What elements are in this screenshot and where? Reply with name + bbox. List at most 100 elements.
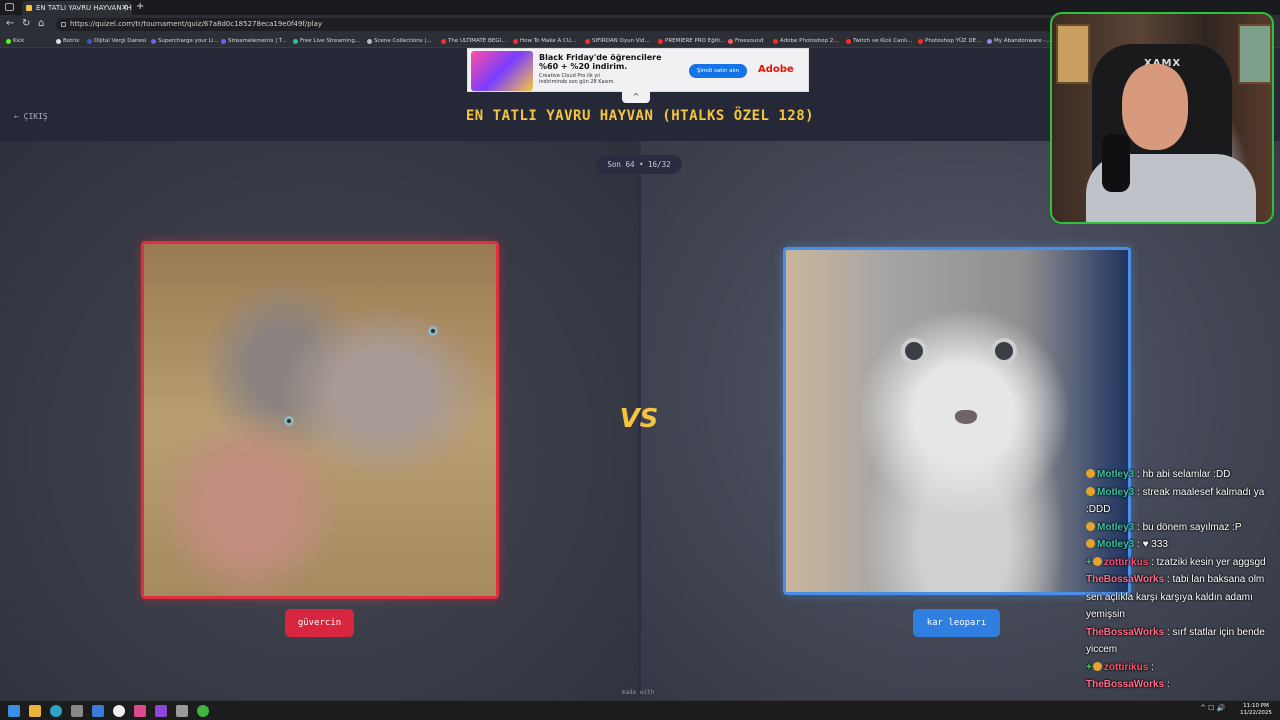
url-field[interactable]: https://quizel.com/tr/tournament/quiz/67…: [56, 18, 1056, 31]
file-explorer-icon[interactable]: [29, 705, 41, 717]
wall-poster: [1056, 24, 1090, 84]
webcam-overlay: XAMX: [1050, 12, 1274, 224]
chat-message: Motley3 : ♥ 333: [1084, 536, 1280, 554]
bookmark-item[interactable]: Supercharge your Li...: [150, 35, 219, 47]
bookmark-favicon-icon: [658, 39, 663, 44]
tab-menu-icon[interactable]: [5, 3, 14, 11]
chat-overlay: Motley3 : hb abi selamlar :DD Motley3 : s…: [1084, 466, 1280, 720]
snow-leopard-cub-image[interactable]: [783, 247, 1131, 595]
chat-username: Motley3: [1097, 469, 1135, 480]
bookmark-item[interactable]: Botrix: [55, 35, 79, 47]
photos-icon[interactable]: [134, 705, 146, 717]
bookmark-item[interactable]: Freesound: [727, 35, 763, 47]
bookmark-item[interactable]: How To Make A CU...: [512, 35, 576, 47]
sub-plus-icon: +: [1086, 556, 1092, 568]
chat-username: Motley3: [1097, 539, 1135, 550]
page-title: EN TATLI YAVRU HAYVAN (HTALKS ÖZEL 128): [465, 108, 815, 124]
streamer-head: [1122, 64, 1188, 150]
bookmark-label: Free Live Streaming...: [300, 38, 361, 44]
chat-badge-icon: [1092, 556, 1102, 566]
system-tray-icons[interactable]: ^ ☐ 🔊: [1200, 704, 1225, 712]
vs-icon: VS: [619, 404, 659, 434]
bookmark-favicon-icon: [728, 39, 733, 44]
store-icon[interactable]: [71, 705, 83, 717]
bookmark-favicon-icon: [87, 39, 92, 44]
bookmark-favicon-icon: [441, 39, 446, 44]
bookmark-label: Twitch ve Kick Canlı...: [853, 38, 913, 44]
lock-icon: [61, 22, 66, 27]
bookmark-favicon-icon: [367, 39, 372, 44]
bookmark-label: How To Make A CU...: [520, 38, 577, 44]
bookmark-item[interactable]: My Abandonware -...: [986, 35, 1051, 47]
bookmark-label: PREMIERE PRO Eğiti...: [665, 38, 726, 44]
windows-taskbar: ^ ☐ 🔊 11:10 PM 11/22/2025: [0, 700, 1280, 720]
obs-icon[interactable]: [113, 705, 125, 717]
chat-message: Motley3 : hb abi selamlar :DD: [1084, 466, 1280, 484]
tab-close-icon[interactable]: ✕: [121, 1, 128, 15]
bookmark-item[interactable]: PREMIERE PRO Eğiti...: [657, 35, 725, 47]
chat-message: + zottirikus : tzatziki kesin yer aggsgd: [1084, 554, 1280, 572]
edge-icon[interactable]: [50, 705, 62, 717]
mail-icon[interactable]: [92, 705, 104, 717]
bookmark-favicon-icon: [846, 39, 851, 44]
bookmark-label: Supercharge your Li...: [158, 38, 219, 44]
chat-badge-icon: [1086, 469, 1095, 478]
back-arrow-icon[interactable]: ←: [6, 18, 14, 30]
bookmark-label: Freesound: [735, 38, 764, 44]
bookmark-item[interactable]: Kick: [5, 35, 24, 47]
bookmark-item[interactable]: Twitch ve Kick Canlı...: [845, 35, 912, 47]
bookmark-item[interactable]: Free Live Streaming...: [292, 35, 360, 47]
bookmark-item[interactable]: Streamelements | T...: [220, 35, 287, 47]
bookmark-item[interactable]: Scene Collections |...: [366, 35, 431, 47]
made-with-footer: made with: [621, 689, 655, 696]
start-icon[interactable]: [8, 705, 20, 717]
bookmark-label: Kick: [13, 38, 25, 44]
chat-message: TheBossaWorks :: [1084, 676, 1280, 694]
ad-collapse-chevron-icon[interactable]: ^: [622, 91, 650, 103]
exit-button[interactable]: ← ÇIKIŞ: [14, 112, 48, 121]
chat-message: TheBossaWorks : tabi lan baksana olm sen…: [1084, 571, 1280, 624]
ad-cta-button[interactable]: Şimdi satın alın: [689, 64, 747, 78]
bookmark-favicon-icon: [513, 39, 518, 44]
chat-username: TheBossaWorks: [1086, 679, 1165, 690]
chat-text: :: [1164, 679, 1170, 690]
discord-icon[interactable]: [155, 705, 167, 717]
xbox-icon[interactable]: [197, 705, 209, 717]
bookmark-favicon-icon: [293, 39, 298, 44]
bookmark-favicon-icon: [987, 39, 992, 44]
bookmark-favicon-icon: [773, 39, 778, 44]
browser-tab[interactable]: EN TATLI YAVRU HAYVAN (HTALKS ÖZEL ✕: [22, 1, 132, 15]
pigeon-chicks-image[interactable]: [141, 241, 499, 599]
bookmark-label: Adobe Photoshop 2...: [780, 38, 839, 44]
ad-banner[interactable]: Black Friday'de öğrencilere %60 + %20 in…: [467, 48, 809, 92]
app-icon[interactable]: [176, 705, 188, 717]
bookmark-favicon-icon: [151, 39, 156, 44]
home-icon[interactable]: ⌂: [38, 18, 44, 30]
bookmark-item[interactable]: The ULTIMATE BEGI...: [440, 35, 506, 47]
reload-icon[interactable]: ↻: [22, 18, 30, 30]
chat-badge-icon: [1086, 539, 1095, 548]
chick-eye: [428, 326, 438, 336]
ad-headline: Black Friday'de öğrencilere %60 + %20 in…: [539, 53, 662, 71]
bookmark-item[interactable]: Dijital Vergi Dairesi: [86, 35, 146, 47]
new-tab-button[interactable]: +: [136, 0, 144, 14]
url-text: https://quizel.com/tr/tournament/quiz/67…: [70, 20, 323, 28]
chat-text: :: [1148, 661, 1154, 673]
bookmark-label: Photoshop YÜZ DE...: [925, 38, 982, 44]
chat-message: TheBossaWorks : sırf statlar için bende …: [1084, 624, 1280, 659]
chat-message: + zottirikus :: [1084, 659, 1280, 677]
wall-poster: [1238, 24, 1272, 84]
choice-right-button[interactable]: kar leoparı: [913, 609, 1000, 637]
bookmark-item[interactable]: SIFIRDAN Oyun Vid...: [584, 35, 650, 47]
chat-text: : tzatziki kesin yer aggsgd: [1148, 556, 1266, 568]
bookmark-item[interactable]: Adobe Photoshop 2...: [772, 35, 839, 47]
choice-left-button[interactable]: güvercin: [285, 609, 354, 637]
ad-artwork: [471, 51, 533, 91]
bookmark-item[interactable]: Photoshop YÜZ DE...: [917, 35, 981, 47]
chat-text: : ♥ 333: [1134, 539, 1168, 550]
chat-text: : bu dönem sayılmaz :P: [1134, 521, 1242, 533]
chat-username: TheBossaWorks: [1086, 626, 1165, 638]
taskbar-clock[interactable]: 11:10 PM 11/22/2025: [1236, 703, 1276, 717]
microphone: [1102, 134, 1130, 192]
bookmark-label: Botrix: [63, 38, 80, 44]
